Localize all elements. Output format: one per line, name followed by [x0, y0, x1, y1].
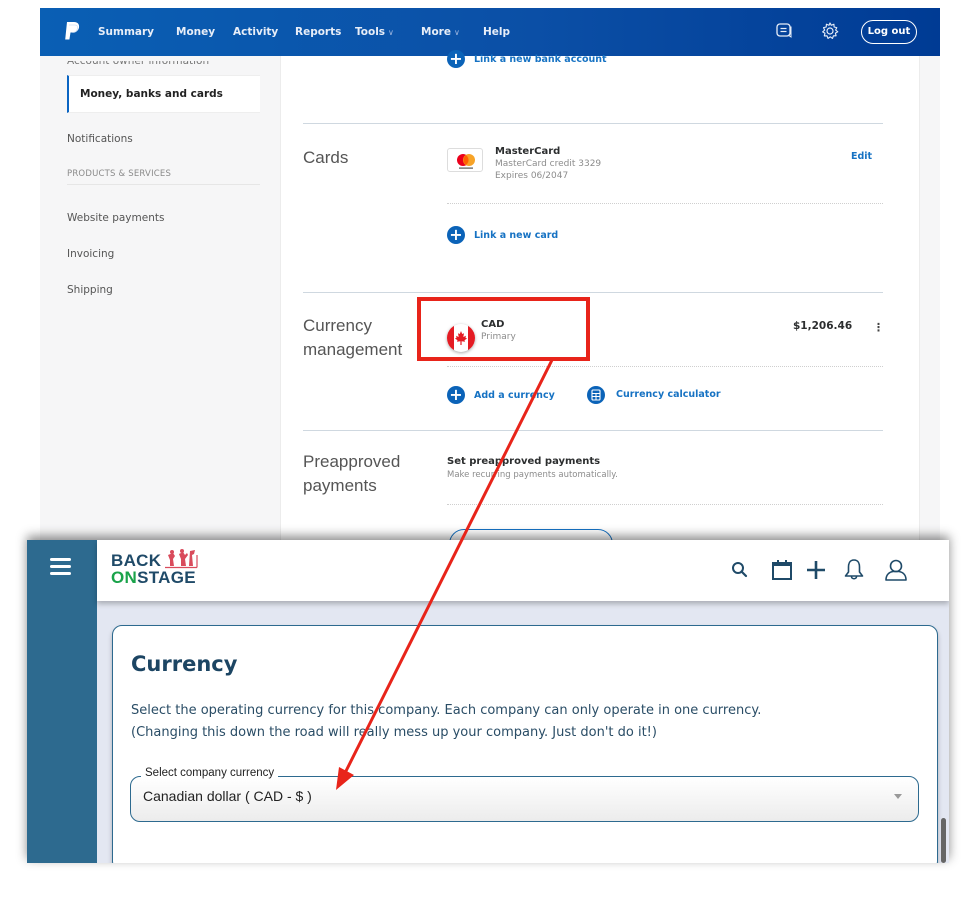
paypal-logo[interactable] — [64, 21, 80, 41]
plus-circle-icon: + — [447, 386, 465, 404]
sidebar-item-money-banks-cards[interactable]: Money, banks and cards — [67, 75, 260, 113]
dropdown-caret-icon — [894, 794, 902, 799]
currency-status: Primary — [481, 332, 516, 342]
musicians-logo-icon — [165, 549, 198, 569]
currency-section-title: Currency management — [303, 314, 402, 362]
sidebar-item-shipping[interactable]: Shipping — [67, 284, 113, 296]
nav-money[interactable]: Money — [176, 8, 215, 56]
add-currency-link[interactable]: Add a currency — [474, 390, 555, 401]
scrollbar-thumb[interactable] — [941, 818, 946, 863]
preapproved-heading: Set preapproved payments — [447, 456, 601, 467]
company-currency-value: Canadian dollar ( CAD - $ ) — [143, 788, 312, 804]
backonstage-screenshot: BACK ONSTAGE Currency Select the operati… — [27, 540, 949, 863]
paypal-screenshot: Summary Money Activity Reports Tools ∨ Mo… — [40, 8, 940, 548]
company-currency-label: Select company currency — [141, 767, 279, 779]
currency-card-title: Currency — [131, 652, 238, 676]
hamburger-menu-icon[interactable] — [50, 558, 71, 576]
nav-activity[interactable]: Activity — [233, 8, 278, 56]
canada-flag-icon — [447, 324, 475, 352]
chevron-down-icon: ∨ — [388, 28, 394, 37]
sidebar-item-label: Money, banks and cards — [80, 88, 223, 100]
preapproved-title-line1: Preapproved — [303, 452, 401, 471]
sidebar-item-notifications[interactable]: Notifications — [67, 133, 133, 145]
preapproved-description: Make recurring payments automatically. — [447, 470, 618, 480]
currency-card: Currency Select the operating currency f… — [112, 625, 938, 863]
currency-description-line2: (Changing this down the road will really… — [131, 725, 657, 740]
sidebar-item-invoicing[interactable]: Invoicing — [67, 248, 114, 260]
edit-card-link[interactable]: Edit — [851, 151, 872, 162]
currency-balance: $1,206.46 — [793, 320, 853, 332]
currency-title-line2: management — [303, 340, 403, 359]
logo-line2: ONSTAGE — [111, 568, 196, 587]
plus-circle-icon: + — [447, 50, 465, 68]
dotted-divider — [447, 366, 883, 367]
currency-code: CAD — [481, 319, 505, 330]
nav-summary[interactable]: Summary — [98, 8, 154, 56]
section-divider — [303, 430, 883, 431]
plus-icon[interactable] — [803, 557, 829, 583]
sidebar-item-website-payments[interactable]: Website payments — [67, 212, 164, 224]
section-divider — [303, 292, 883, 293]
dotted-divider — [447, 203, 883, 204]
sidebar-section-products-services: PRODUCTS & SERVICES — [67, 169, 172, 179]
sidebar-item-account-owner[interactable]: Account owner information — [67, 61, 209, 67]
cards-section-title: Cards — [303, 148, 349, 167]
logo-line1: BACK — [111, 551, 162, 570]
chevron-down-icon: ∨ — [453, 28, 460, 37]
card-name: MasterCard — [495, 146, 561, 157]
calendar-icon[interactable] — [769, 557, 795, 583]
paypal-right-gutter — [920, 56, 940, 548]
more-options-icon[interactable]: ⋮ — [873, 321, 884, 334]
app-header: BACK ONSTAGE — [97, 540, 949, 601]
sidebar-divider — [67, 184, 260, 185]
dotted-divider — [447, 504, 883, 505]
card-expiry: Expires 06/2047 — [495, 171, 569, 181]
nav-tools-label: Tools — [355, 26, 386, 38]
nav-more-label: More — [421, 26, 451, 38]
link-new-card-link[interactable]: Link a new card — [474, 230, 558, 241]
calculator-icon — [587, 386, 605, 404]
section-divider — [303, 123, 883, 124]
currency-title-line1: Currency — [303, 316, 372, 335]
side-rail — [27, 540, 97, 863]
bell-icon[interactable] — [841, 557, 867, 583]
mastercard-icon — [447, 148, 483, 172]
card-detail: MasterCard credit 3329 — [495, 159, 602, 169]
message-center-icon[interactable] — [775, 22, 793, 40]
paypal-money-panel: + Link a new bank account Cards MasterCa… — [280, 50, 920, 548]
nav-tools[interactable]: Tools ∨ — [355, 8, 394, 56]
settings-gear-icon[interactable] — [820, 21, 840, 41]
search-icon[interactable] — [727, 557, 753, 583]
user-profile-icon[interactable] — [883, 557, 909, 583]
preapproved-section-title: Preapproved payments — [303, 450, 400, 498]
currency-calculator-link[interactable]: Currency calculator — [616, 389, 721, 400]
link-bank-account-link[interactable]: Link a new bank account — [474, 54, 607, 65]
paypal-settings-sidebar: Account owner information Money, banks a… — [40, 56, 280, 548]
backonstage-logo[interactable]: BACK ONSTAGE — [111, 549, 221, 592]
nav-reports[interactable]: Reports — [295, 8, 341, 56]
paypal-top-nav: Summary Money Activity Reports Tools ∨ Mo… — [40, 8, 940, 56]
preapproved-title-line2: payments — [303, 476, 377, 495]
plus-circle-icon: + — [447, 226, 465, 244]
nav-help[interactable]: Help — [483, 8, 510, 56]
company-currency-select[interactable]: Canadian dollar ( CAD - $ ) — [130, 776, 919, 822]
currency-description-line1: Select the operating currency for this c… — [131, 703, 762, 718]
logout-button[interactable]: Log out — [861, 20, 917, 44]
